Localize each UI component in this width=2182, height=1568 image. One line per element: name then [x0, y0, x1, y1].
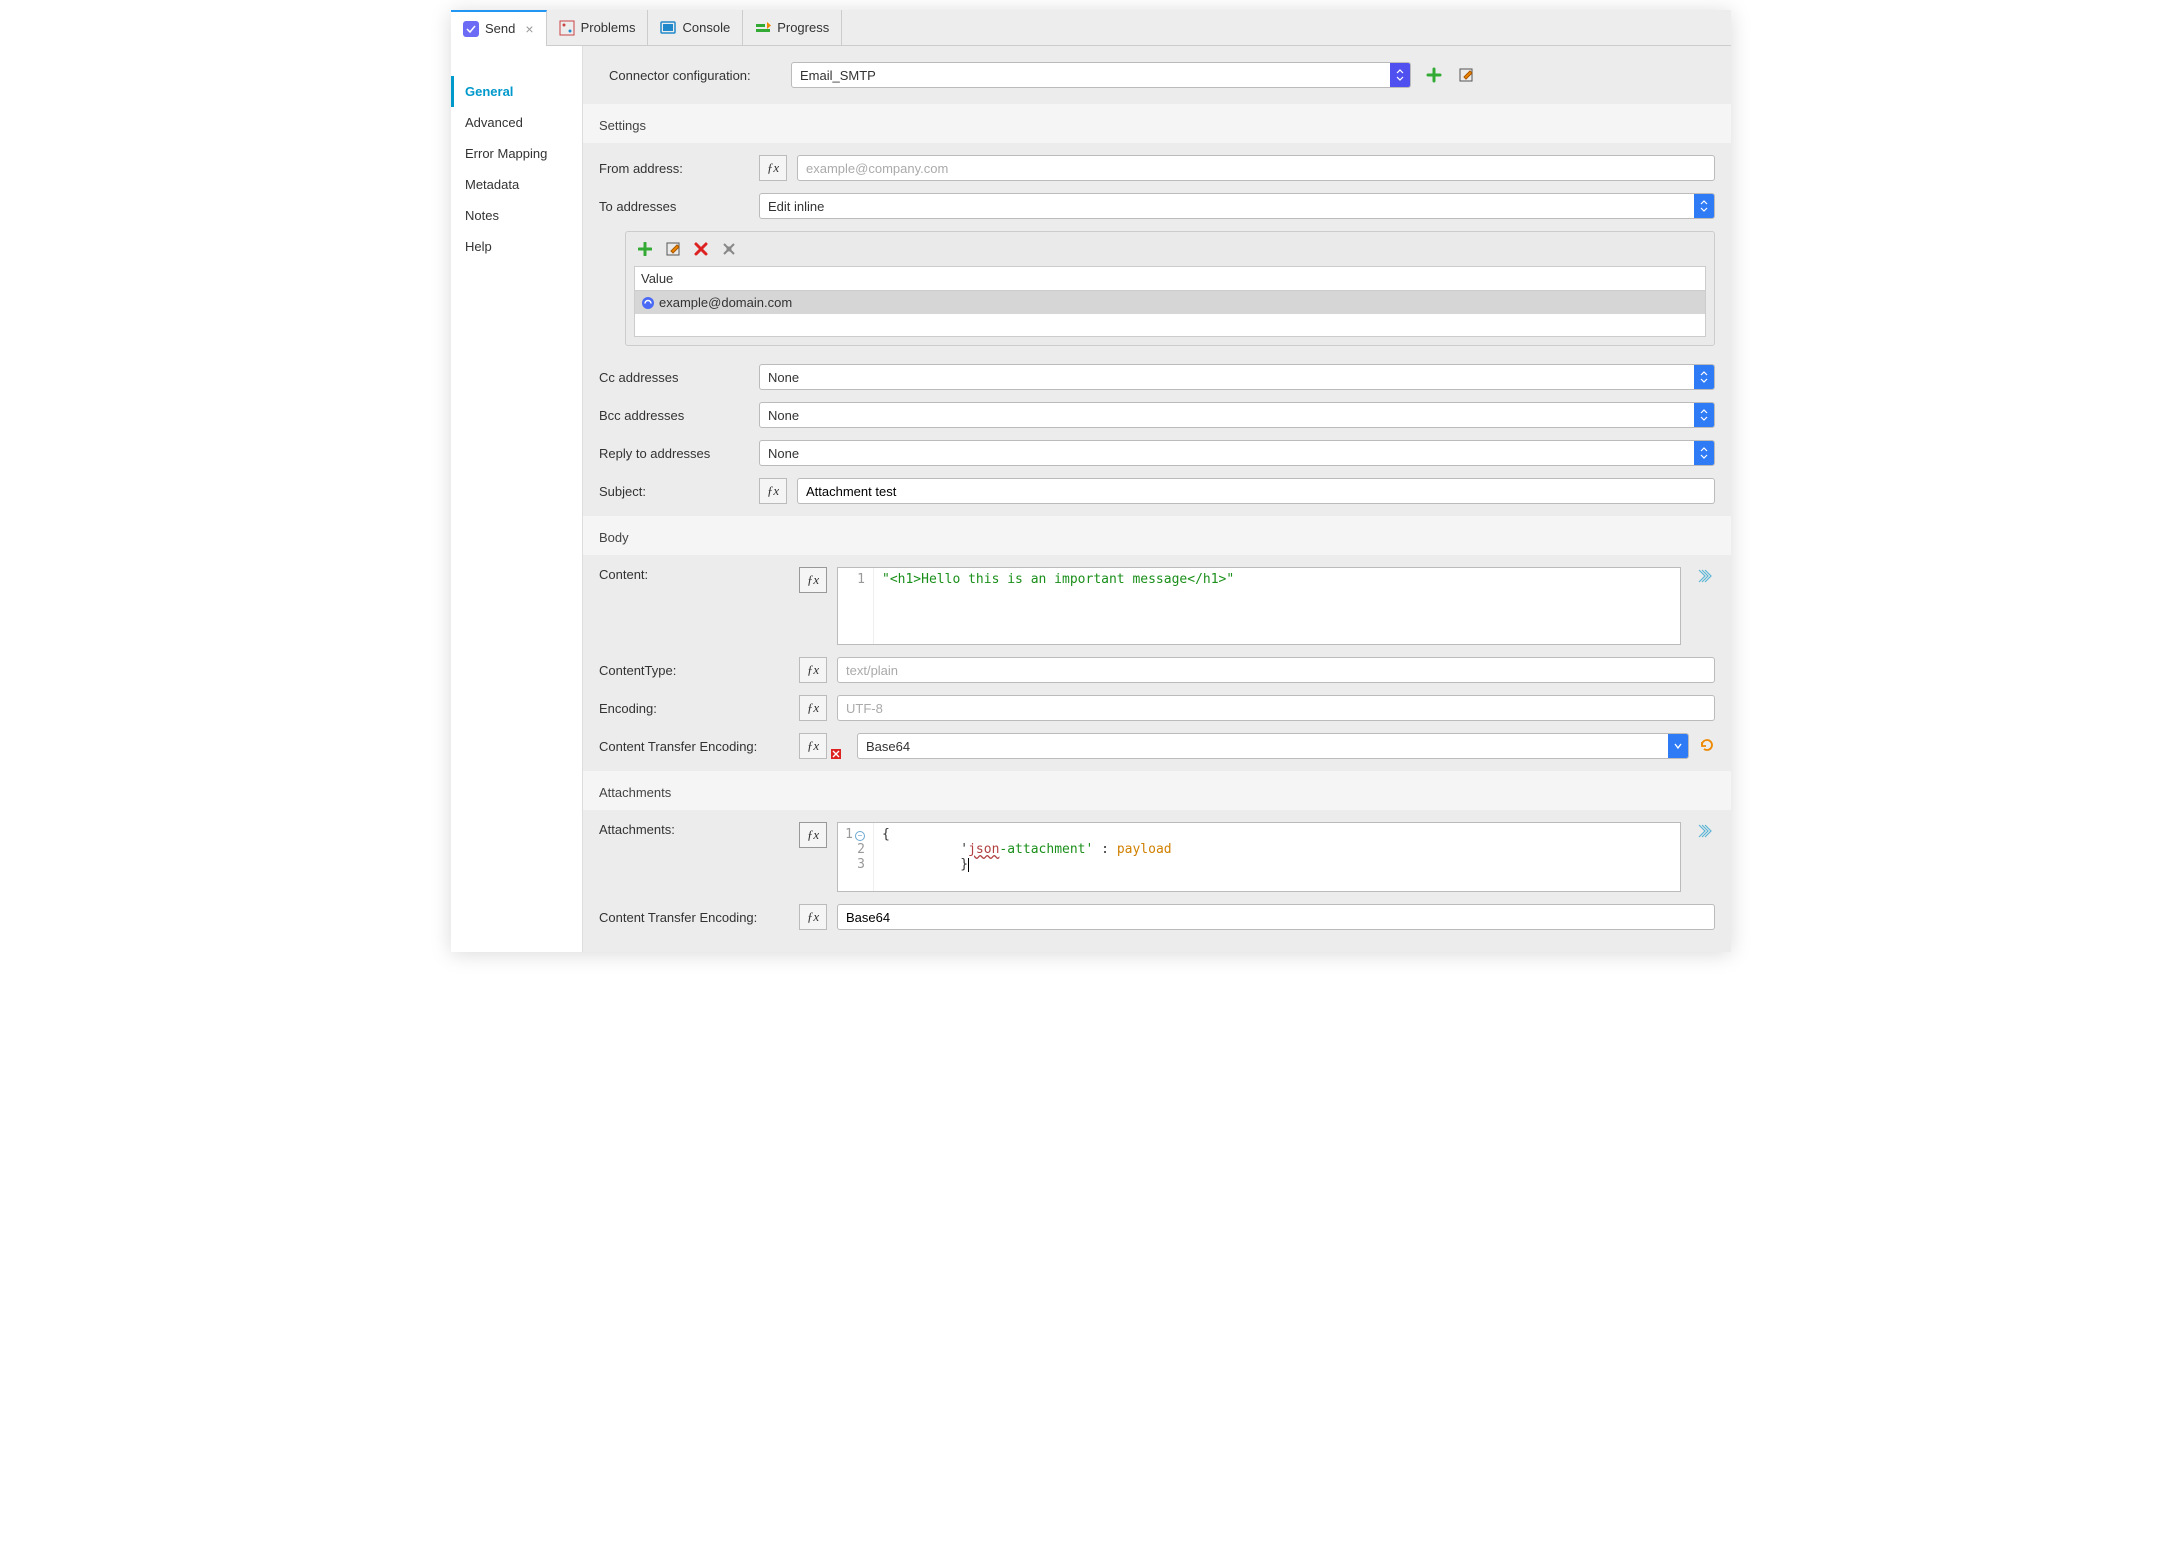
sidebar-item-help[interactable]: Help [451, 231, 582, 262]
connector-value: Email_SMTP [800, 68, 876, 83]
subject-input[interactable] [797, 478, 1715, 504]
sidebar: General Advanced Error Mapping Metadata … [451, 46, 583, 952]
badge-icon [641, 296, 655, 310]
sidebar-item-general[interactable]: General [451, 76, 582, 107]
body-cte-label: Content Transfer Encoding: [599, 739, 789, 754]
attachments-cte-label: Content Transfer Encoding: [599, 910, 789, 925]
console-icon [660, 20, 676, 36]
reply-value: None [768, 446, 799, 461]
fx-button[interactable]: ƒx [799, 657, 827, 683]
delete-address-button[interactable] [692, 240, 710, 258]
chevron-updown-icon [1390, 63, 1410, 87]
to-addresses-table: Value example@domain.com [625, 231, 1715, 346]
bcc-value: None [768, 408, 799, 423]
fx-button[interactable]: ƒx [799, 822, 827, 848]
encoding-label: Encoding: [599, 701, 789, 716]
empty-row [635, 314, 1705, 336]
close-icon[interactable]: × [525, 21, 533, 37]
attachments-cte-input[interactable] [837, 904, 1715, 930]
add-connector-button[interactable] [1425, 66, 1443, 84]
body-header: Body [583, 516, 1731, 555]
from-address-label: From address: [599, 161, 749, 176]
sidebar-item-error-mapping[interactable]: Error Mapping [451, 138, 582, 169]
to-mode-value: Edit inline [768, 199, 824, 214]
cc-addresses-select[interactable]: None [759, 364, 1715, 390]
tab-label: Send [485, 21, 515, 36]
from-address-input[interactable] [797, 155, 1715, 181]
content-code-text: "<h1>Hello this is an important message<… [882, 572, 1234, 587]
tab-problems[interactable]: Problems [547, 10, 649, 46]
body-cte-value: Base64 [866, 739, 910, 754]
error-marker-icon [831, 749, 841, 759]
tab-progress[interactable]: Progress [743, 10, 842, 46]
settings-header: Settings [583, 104, 1731, 143]
fold-icon[interactable]: − [855, 831, 865, 841]
attachments-header: Attachments [583, 771, 1731, 810]
problems-icon [559, 20, 575, 36]
tab-console[interactable]: Console [648, 10, 743, 46]
cc-addresses-label: Cc addresses [599, 370, 749, 385]
bcc-addresses-select[interactable]: None [759, 402, 1715, 428]
tab-label: Progress [777, 20, 829, 35]
attachments-code-editor[interactable]: 1− 2 3 { 'json-attachment' : payload } [837, 822, 1681, 892]
chevron-updown-icon [1694, 403, 1714, 427]
edit-address-button[interactable] [664, 240, 682, 258]
tools-address-button[interactable] [720, 240, 738, 258]
fx-button[interactable]: ƒx [759, 155, 787, 181]
code-gutter: 1 [838, 568, 874, 644]
to-address-row[interactable]: example@domain.com [635, 291, 1705, 314]
reply-to-select[interactable]: None [759, 440, 1715, 466]
chevron-updown-icon [1694, 441, 1714, 465]
bcc-addresses-label: Bcc addresses [599, 408, 749, 423]
attachments-code-content: { 'json-attachment' : payload } [874, 823, 1680, 891]
sidebar-item-metadata[interactable]: Metadata [451, 169, 582, 200]
edit-connector-button[interactable] [1457, 66, 1475, 84]
to-addresses-label: To addresses [599, 199, 749, 214]
fx-button[interactable]: ƒx [799, 733, 827, 759]
fx-button[interactable]: ƒx [799, 695, 827, 721]
sidebar-item-advanced[interactable]: Advanced [451, 107, 582, 138]
to-addresses-mode-select[interactable]: Edit inline [759, 193, 1715, 219]
subject-label: Subject: [599, 484, 749, 499]
send-icon [463, 21, 479, 37]
content-type-label: ContentType: [599, 663, 789, 678]
content-label: Content: [599, 567, 789, 582]
fx-button[interactable]: ƒx [759, 478, 787, 504]
tab-label: Problems [581, 20, 636, 35]
chevron-updown-icon [1694, 194, 1714, 218]
tab-label: Console [682, 20, 730, 35]
content-code-editor[interactable]: 1 "<h1>Hello this is an important messag… [837, 567, 1681, 645]
content-type-input[interactable] [837, 657, 1715, 683]
main-panel: Connector configuration: Email_SMTP Sett… [583, 46, 1731, 952]
cc-value: None [768, 370, 799, 385]
code-gutter: 1− 2 3 [838, 823, 874, 891]
tab-send[interactable]: Send × [451, 10, 547, 46]
chevron-updown-icon [1694, 365, 1714, 389]
to-table-header: Value [635, 267, 1705, 291]
progress-icon [755, 20, 771, 36]
tab-bar: Send × Problems Console Progress [451, 10, 1731, 46]
fx-button[interactable]: ƒx [799, 904, 827, 930]
reply-to-label: Reply to addresses [599, 446, 749, 461]
to-address-value: example@domain.com [659, 295, 792, 310]
encoding-input[interactable] [837, 695, 1715, 721]
attachments-label: Attachments: [599, 822, 789, 837]
sidebar-item-notes[interactable]: Notes [451, 200, 582, 231]
fx-button[interactable]: ƒx [799, 567, 827, 593]
dataweave-icon[interactable] [1697, 567, 1715, 585]
chevron-down-icon [1668, 734, 1688, 758]
body-cte-select[interactable]: Base64 [857, 733, 1689, 759]
connector-select[interactable]: Email_SMTP [791, 62, 1411, 88]
refresh-icon[interactable] [1699, 737, 1715, 756]
dataweave-icon[interactable] [1697, 822, 1715, 840]
add-address-button[interactable] [636, 240, 654, 258]
connector-row: Connector configuration: Email_SMTP [583, 46, 1731, 104]
connector-label: Connector configuration: [609, 68, 777, 83]
